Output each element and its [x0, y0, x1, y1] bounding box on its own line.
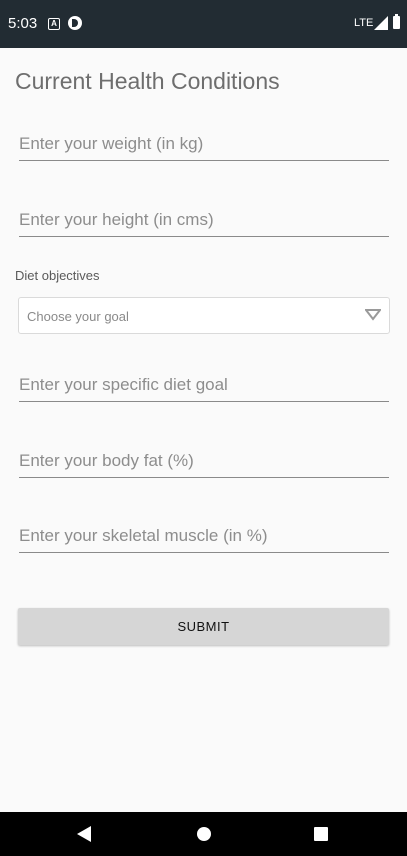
home-icon[interactable]	[197, 827, 211, 841]
network-type: LTE	[354, 17, 374, 29]
weight-field-container	[19, 130, 389, 161]
skeletal-muscle-input[interactable]	[19, 522, 389, 550]
goal-select[interactable]: Choose your goal	[18, 297, 390, 334]
chevron-down-icon	[365, 309, 381, 321]
status-time: 5:03	[8, 15, 38, 32]
main-content: Current Health Conditions Diet objective…	[0, 48, 407, 812]
recent-apps-icon[interactable]	[314, 827, 328, 841]
page-title: Current Health Conditions	[15, 68, 280, 94]
submit-button[interactable]: SUBMIT	[18, 608, 389, 645]
skeletal-muscle-field-container	[19, 522, 389, 553]
a-box-icon: A	[48, 18, 60, 30]
circle-icon	[68, 16, 82, 30]
diet-objectives-label: Diet objectives	[15, 268, 100, 283]
navigation-bar	[0, 812, 407, 856]
weight-input[interactable]	[19, 130, 389, 158]
specific-goal-input[interactable]	[19, 371, 389, 399]
battery-icon	[393, 14, 400, 29]
body-fat-input[interactable]	[19, 447, 389, 475]
status-bar: 5:03 A LTE	[0, 0, 407, 48]
goal-select-value: Choose your goal	[27, 309, 129, 324]
height-input[interactable]	[19, 206, 389, 234]
signal-icon	[374, 16, 388, 30]
specific-goal-field-container	[19, 371, 389, 402]
height-field-container	[19, 206, 389, 237]
back-icon[interactable]	[77, 826, 91, 842]
body-fat-field-container	[19, 447, 389, 478]
